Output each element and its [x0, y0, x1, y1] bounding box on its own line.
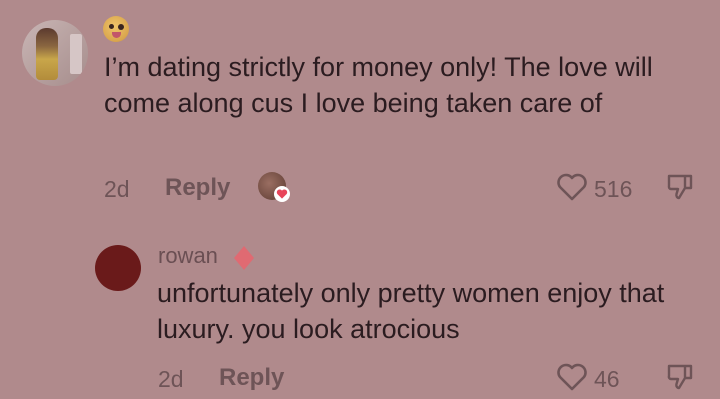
- rowan-avatar[interactable]: [95, 245, 141, 291]
- reply-username[interactable]: rowan: [158, 243, 218, 269]
- thumbs-down-icon: [667, 364, 693, 390]
- comment-dislike-button[interactable]: [665, 172, 695, 202]
- comment-like-button[interactable]: [556, 172, 588, 202]
- commenter-avatar[interactable]: [22, 20, 88, 86]
- heart-outline-icon: [557, 173, 587, 201]
- reply-reply-button[interactable]: Reply: [219, 364, 284, 392]
- comment-like-count: 516: [594, 176, 633, 202]
- reply-like-count: 46: [594, 366, 620, 392]
- heart-badge-icon: [274, 186, 290, 202]
- diamond-icon: [233, 245, 255, 271]
- avatar-background-frame: [70, 34, 82, 74]
- thumbs-down-icon: [667, 174, 693, 200]
- heart-outline-icon: [557, 363, 587, 391]
- avatar-figure: [36, 28, 58, 80]
- reply-dislike-button[interactable]: [665, 362, 695, 392]
- emoji-tongue: [112, 32, 121, 38]
- reply-timestamp: 2d: [158, 366, 184, 392]
- reply-text: unfortunately only pretty women enjoy th…: [157, 278, 665, 344]
- grinning-tongue-emoji-icon: [103, 16, 129, 42]
- comment-timestamp: 2d: [104, 176, 130, 202]
- comment-text: I’m dating strictly for money only! The …: [104, 52, 653, 118]
- comment-reply-button[interactable]: Reply: [165, 174, 230, 202]
- reply-like-button[interactable]: [556, 362, 588, 392]
